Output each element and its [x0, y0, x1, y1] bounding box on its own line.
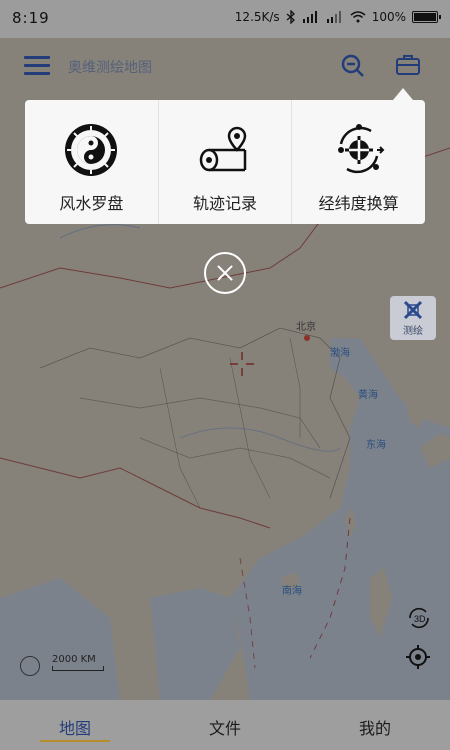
tool-coordinate-convert[interactable]: 经纬度换算: [292, 100, 425, 224]
search-icon[interactable]: [340, 53, 366, 79]
tool-label: 轨迹记录: [193, 194, 258, 213]
coordinate-convert-icon: [337, 124, 385, 174]
tab-map[interactable]: 地图: [0, 700, 150, 750]
tool-track-record[interactable]: 轨迹记录: [159, 100, 293, 224]
tab-files[interactable]: 文件: [150, 700, 300, 750]
map-label-beijing: 北京: [296, 322, 316, 333]
three-d-icon[interactable]: 3D: [406, 606, 432, 630]
wifi-icon: [350, 11, 366, 23]
tool-fengshui-compass[interactable]: 风水罗盘: [25, 100, 159, 224]
menu-icon[interactable]: [24, 56, 50, 76]
locate-icon[interactable]: [406, 645, 430, 669]
survey-tool-icon: [403, 300, 423, 320]
status-right: 12.5K/s 100%: [234, 10, 441, 24]
map-label-bohai: 渤海: [330, 348, 350, 359]
map-label-nanhai: 南海: [282, 586, 302, 597]
battery-percent: 100%: [371, 10, 406, 24]
scale-label: 2000 KM: [52, 654, 96, 665]
app-title: 奥维测绘地图: [68, 59, 152, 75]
toolbox-icon[interactable]: [395, 54, 421, 78]
fengshui-compass-icon: [65, 124, 118, 176]
map-label-donghai: 东海: [366, 440, 386, 451]
track-record-icon: [199, 126, 247, 172]
tools-popup: 风水罗盘 轨迹记录 经纬度换算: [25, 88, 425, 224]
tab-mine[interactable]: 我的: [300, 700, 450, 750]
battery-icon: [412, 11, 441, 23]
status-time: 8:19: [12, 9, 50, 27]
svg-text:3D: 3D: [414, 614, 426, 624]
scale-bar: 2000 KM: [52, 654, 104, 671]
status-bar: 8:19 12.5K/s 100%: [0, 0, 450, 38]
bluetooth-icon: [286, 10, 295, 24]
map-label-huanghai: 黄海: [358, 390, 378, 401]
survey-button[interactable]: 测绘: [390, 296, 436, 340]
close-popup-button[interactable]: [204, 252, 246, 294]
survey-button-label: 测绘: [403, 326, 423, 337]
tool-label: 经纬度换算: [318, 194, 399, 213]
compass-icon[interactable]: [20, 656, 40, 676]
net-speed: 12.5K/s: [234, 10, 280, 24]
signal-icon: [302, 11, 317, 23]
tool-label: 风水罗盘: [59, 194, 124, 213]
bottom-nav: 地图 文件 我的: [0, 700, 450, 750]
signal-icon-2: [326, 11, 341, 23]
